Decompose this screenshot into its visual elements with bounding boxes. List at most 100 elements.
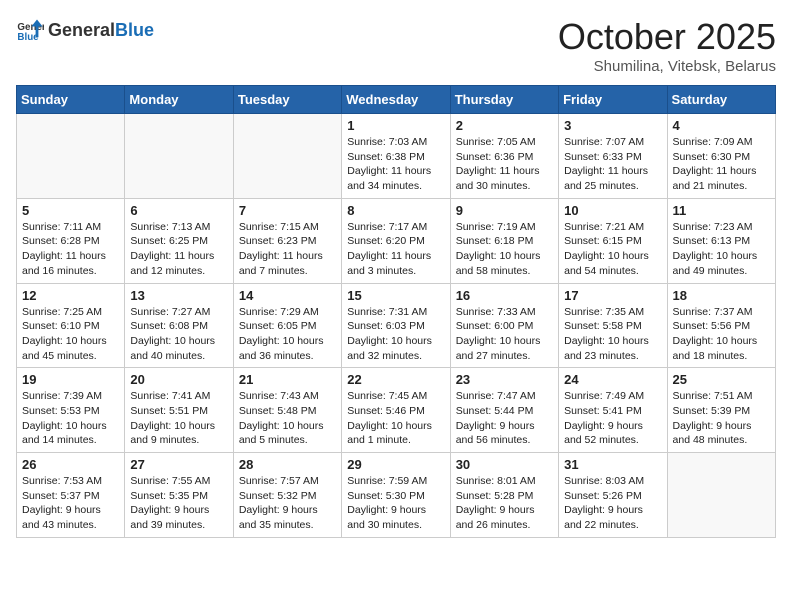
cell-content: Sunrise: 7:51 AMSunset: 5:39 PMDaylight:… [673, 389, 770, 448]
calendar-cell: 31 Sunrise: 8:03 AMSunset: 5:26 PMDayligh… [559, 453, 667, 538]
day-number: 10 [564, 203, 661, 218]
day-number: 8 [347, 203, 444, 218]
day-number: 23 [456, 372, 553, 387]
day-number: 17 [564, 288, 661, 303]
cell-content: Sunrise: 7:23 AMSunset: 6:13 PMDaylight:… [673, 220, 770, 279]
day-header-wednesday: Wednesday [342, 86, 450, 114]
calendar-cell: 22Sunrise: 7:45 AMSunset: 5:46 PMDayligh… [342, 368, 450, 453]
day-number: 22 [347, 372, 444, 387]
day-number: 4 [673, 118, 770, 133]
calendar-cell: 11 Sunrise: 7:23 AMSunset: 6:13 PMDayligh… [667, 198, 775, 283]
week-row-4: 19Sunrise: 7:39 AMSunset: 5:53 PMDayligh… [17, 368, 776, 453]
logo-blue-text: Blue [115, 20, 154, 41]
cell-content: Sunrise: 7:53 AMSunset: 5:37 PMDaylight:… [22, 474, 119, 533]
day-number: 12 [22, 288, 119, 303]
day-number: 15 [347, 288, 444, 303]
day-number: 5 [22, 203, 119, 218]
calendar-cell: 26 Sunrise: 7:53 AMSunset: 5:37 PMDayligh… [17, 453, 125, 538]
calendar-cell: 20 Sunrise: 7:41 AMSunset: 5:51 PMDayligh… [125, 368, 233, 453]
cell-content: Sunrise: 7:27 AMSunset: 6:08 PMDaylight:… [130, 305, 227, 364]
week-row-5: 26 Sunrise: 7:53 AMSunset: 5:37 PMDayligh… [17, 453, 776, 538]
cell-content: Sunrise: 7:57 AMSunset: 5:32 PMDaylight:… [239, 474, 336, 533]
title-area: October 2025 Shumilina, Vitebsk, Belarus [558, 16, 776, 75]
cell-content: Sunrise: 7:39 AMSunset: 5:53 PMDaylight:… [22, 389, 119, 448]
month-title: October 2025 [558, 16, 776, 58]
cell-content: Sunrise: 7:49 AMSunset: 5:41 PMDaylight:… [564, 389, 661, 448]
day-number: 20 [130, 372, 227, 387]
cell-content: Sunrise: 7:35 AMSunset: 5:58 PMDaylight:… [564, 305, 661, 364]
calendar-cell: 8Sunrise: 7:17 AMSunset: 6:20 PMDaylight… [342, 198, 450, 283]
cell-content: Sunrise: 7:33 AMSunset: 6:00 PMDaylight:… [456, 305, 553, 364]
subtitle: Shumilina, Vitebsk, Belarus [558, 58, 776, 75]
logo: General Blue General Blue [16, 16, 154, 44]
calendar-cell [17, 114, 125, 199]
day-number: 13 [130, 288, 227, 303]
days-header-row: SundayMondayTuesdayWednesdayThursdayFrid… [17, 86, 776, 114]
day-number: 11 [673, 203, 770, 218]
cell-content: Sunrise: 7:59 AMSunset: 5:30 PMDaylight:… [347, 474, 444, 533]
calendar-table: SundayMondayTuesdayWednesdayThursdayFrid… [16, 85, 776, 538]
cell-content: Sunrise: 7:07 AMSunset: 6:33 PMDaylight:… [564, 135, 661, 194]
cell-content: Sunrise: 7:29 AMSunset: 6:05 PMDaylight:… [239, 305, 336, 364]
week-row-2: 5 Sunrise: 7:11 AMSunset: 6:28 PMDaylight… [17, 198, 776, 283]
day-number: 30 [456, 457, 553, 472]
day-number: 27 [130, 457, 227, 472]
calendar-cell: 17 Sunrise: 7:35 AMSunset: 5:58 PMDayligh… [559, 283, 667, 368]
calendar-cell: 29 Sunrise: 7:59 AMSunset: 5:30 PMDayligh… [342, 453, 450, 538]
day-header-saturday: Saturday [667, 86, 775, 114]
calendar-cell: 27 Sunrise: 7:55 AMSunset: 5:35 PMDayligh… [125, 453, 233, 538]
week-row-3: 12 Sunrise: 7:25 AMSunset: 6:10 PMDayligh… [17, 283, 776, 368]
cell-content: Sunrise: 7:47 AMSunset: 5:44 PMDaylight:… [456, 389, 553, 448]
calendar-cell: 16 Sunrise: 7:33 AMSunset: 6:00 PMDayligh… [450, 283, 558, 368]
day-number: 7 [239, 203, 336, 218]
calendar-cell: 21Sunrise: 7:43 AMSunset: 5:48 PMDayligh… [233, 368, 341, 453]
cell-content: Sunrise: 7:15 AMSunset: 6:23 PMDaylight:… [239, 220, 336, 279]
calendar-cell: 18 Sunrise: 7:37 AMSunset: 5:56 PMDayligh… [667, 283, 775, 368]
day-number: 24 [564, 372, 661, 387]
day-number: 28 [239, 457, 336, 472]
day-number: 29 [347, 457, 444, 472]
week-row-1: 1Sunrise: 7:03 AMSunset: 6:38 PMDaylight… [17, 114, 776, 199]
day-number: 14 [239, 288, 336, 303]
cell-content: Sunrise: 7:25 AMSunset: 6:10 PMDaylight:… [22, 305, 119, 364]
cell-content: Sunrise: 7:41 AMSunset: 5:51 PMDaylight:… [130, 389, 227, 448]
day-header-monday: Monday [125, 86, 233, 114]
calendar-cell: 23 Sunrise: 7:47 AMSunset: 5:44 PMDayligh… [450, 368, 558, 453]
calendar-cell: 2 Sunrise: 7:05 AMSunset: 6:36 PMDaylight… [450, 114, 558, 199]
day-number: 2 [456, 118, 553, 133]
calendar-cell: 7 Sunrise: 7:15 AMSunset: 6:23 PMDaylight… [233, 198, 341, 283]
calendar-cell: 19Sunrise: 7:39 AMSunset: 5:53 PMDayligh… [17, 368, 125, 453]
day-number: 26 [22, 457, 119, 472]
cell-content: Sunrise: 7:31 AMSunset: 6:03 PMDaylight:… [347, 305, 444, 364]
day-number: 18 [673, 288, 770, 303]
day-number: 16 [456, 288, 553, 303]
day-number: 6 [130, 203, 227, 218]
calendar-cell: 14 Sunrise: 7:29 AMSunset: 6:05 PMDayligh… [233, 283, 341, 368]
cell-content: Sunrise: 7:09 AMSunset: 6:30 PMDaylight:… [673, 135, 770, 194]
day-number: 31 [564, 457, 661, 472]
cell-content: Sunrise: 7:55 AMSunset: 5:35 PMDaylight:… [130, 474, 227, 533]
calendar-cell: 12 Sunrise: 7:25 AMSunset: 6:10 PMDayligh… [17, 283, 125, 368]
cell-content: Sunrise: 7:05 AMSunset: 6:36 PMDaylight:… [456, 135, 553, 194]
calendar-cell: 28 Sunrise: 7:57 AMSunset: 5:32 PMDayligh… [233, 453, 341, 538]
cell-content: Sunrise: 7:21 AMSunset: 6:15 PMDaylight:… [564, 220, 661, 279]
calendar-cell: 25 Sunrise: 7:51 AMSunset: 5:39 PMDayligh… [667, 368, 775, 453]
logo-icon: General Blue [16, 16, 44, 44]
cell-content: Sunrise: 7:19 AMSunset: 6:18 PMDaylight:… [456, 220, 553, 279]
logo-general-text: General [48, 20, 115, 41]
calendar-cell: 6Sunrise: 7:13 AMSunset: 6:25 PMDaylight… [125, 198, 233, 283]
day-number: 1 [347, 118, 444, 133]
day-number: 9 [456, 203, 553, 218]
calendar-cell: 1Sunrise: 7:03 AMSunset: 6:38 PMDaylight… [342, 114, 450, 199]
cell-content: Sunrise: 7:11 AMSunset: 6:28 PMDaylight:… [22, 220, 119, 279]
calendar-cell [125, 114, 233, 199]
day-header-friday: Friday [559, 86, 667, 114]
cell-content: Sunrise: 7:37 AMSunset: 5:56 PMDaylight:… [673, 305, 770, 364]
day-header-tuesday: Tuesday [233, 86, 341, 114]
day-number: 25 [673, 372, 770, 387]
calendar-cell: 13 Sunrise: 7:27 AMSunset: 6:08 PMDayligh… [125, 283, 233, 368]
calendar-cell: 24 Sunrise: 7:49 AMSunset: 5:41 PMDayligh… [559, 368, 667, 453]
cell-content: Sunrise: 8:03 AMSunset: 5:26 PMDaylight:… [564, 474, 661, 533]
calendar-cell: 30Sunrise: 8:01 AMSunset: 5:28 PMDayligh… [450, 453, 558, 538]
calendar-cell [233, 114, 341, 199]
